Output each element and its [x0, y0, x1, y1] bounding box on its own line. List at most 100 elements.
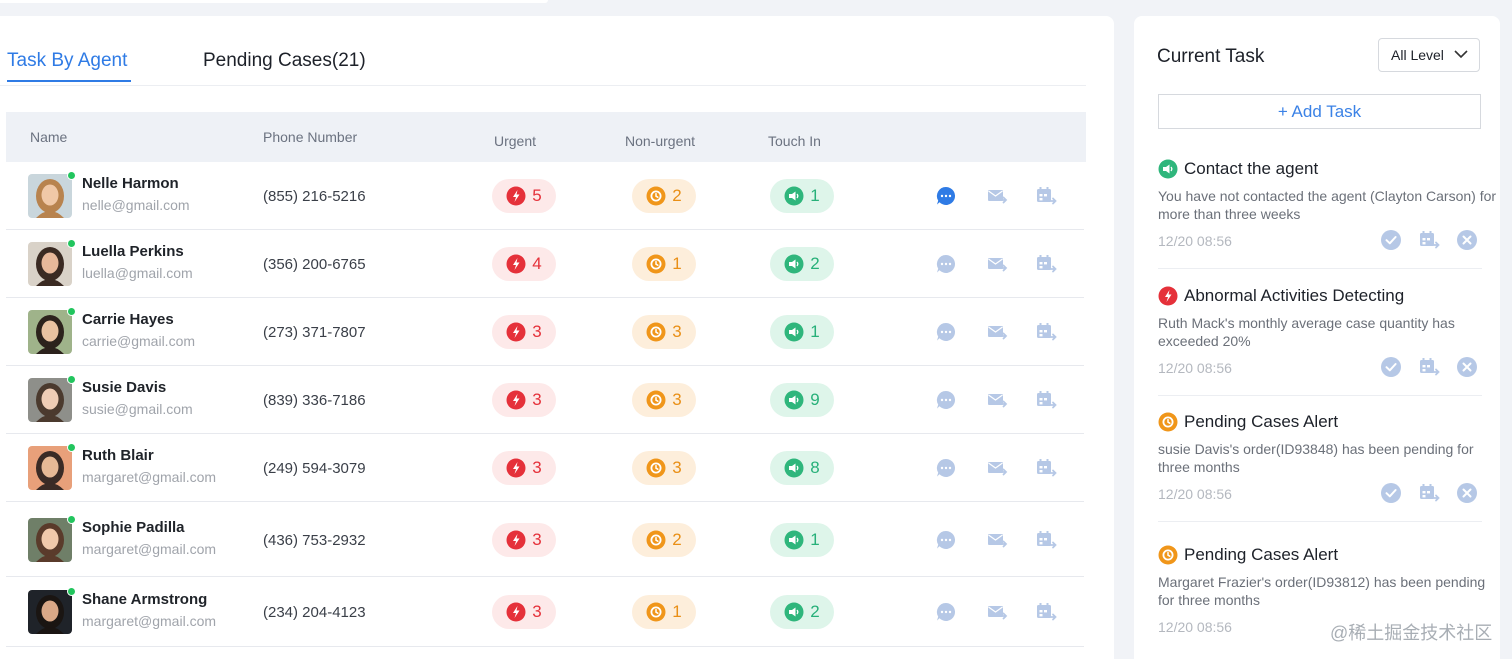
lightning-icon — [506, 602, 526, 622]
nonurgent-count-badge[interactable]: 3 — [632, 315, 696, 349]
touch-in-count-badge[interactable]: 1 — [770, 315, 834, 349]
close-icon[interactable] — [1456, 356, 1478, 378]
nonurgent-count-badge[interactable]: 1 — [632, 247, 696, 281]
touch-in-count-badge[interactable]: 2 — [770, 595, 834, 629]
urgent-count-badge[interactable]: 3 — [492, 315, 556, 349]
agent-email: nelle@gmail.com — [82, 197, 190, 213]
touch-in-count-badge[interactable]: 1 — [770, 522, 834, 557]
agent-phone: (273) 371-7807 — [263, 324, 366, 341]
task-actions — [1380, 229, 1478, 251]
nonurgent-count: 2 — [672, 529, 682, 549]
chat-bubble-icon[interactable] — [935, 457, 957, 479]
chat-bubble-icon[interactable] — [935, 321, 957, 343]
touch-in-count: 2 — [810, 602, 820, 621]
tab-pending-cases[interactable]: Pending Cases(21) — [203, 50, 366, 72]
task-card[interactable]: Pending Cases Alert susie Davis's order(I… — [1158, 412, 1482, 522]
urgent-count-badge[interactable]: 3 — [492, 451, 556, 485]
level-dropdown[interactable]: All Level — [1378, 38, 1480, 72]
calendar-arrow-icon[interactable] — [1418, 356, 1440, 378]
clock-icon — [646, 602, 666, 622]
agent-email: margaret@gmail.com — [82, 613, 217, 629]
calendar-arrow-icon[interactable] — [1035, 601, 1057, 623]
clock-icon — [1158, 545, 1178, 565]
agent-email: margaret@gmail.com — [82, 469, 217, 485]
add-task-button[interactable]: + Add Task — [1158, 94, 1481, 129]
agent-email: margaret@gmail.com — [82, 540, 217, 557]
task-title: Pending Cases Alert — [1184, 545, 1339, 564]
touch-in-count-badge[interactable]: 1 — [770, 179, 834, 213]
calendar-arrow-icon[interactable] — [1418, 482, 1440, 504]
close-icon[interactable] — [1456, 482, 1478, 504]
calendar-arrow-icon[interactable] — [1418, 229, 1440, 251]
chat-bubble-icon[interactable] — [935, 601, 957, 623]
table-row[interactable]: Luella Perkins luella@gmail.com (356) 200-… — [6, 230, 1084, 298]
urgent-count-badge[interactable]: 4 — [492, 247, 556, 281]
table-row[interactable]: Sophie Padilla margaret@gmail.com (436) 75… — [6, 502, 1084, 577]
nonurgent-count: 3 — [672, 390, 682, 409]
urgent-count-badge[interactable]: 5 — [492, 179, 556, 213]
task-card[interactable]: Contact the agent You have not contacted … — [1158, 159, 1496, 269]
touch-in-count-badge[interactable]: 2 — [770, 247, 834, 281]
check-icon[interactable] — [1380, 356, 1402, 378]
avatar — [28, 587, 76, 634]
agent-name: Ruth Blair — [82, 447, 154, 464]
calendar-arrow-icon[interactable] — [1035, 253, 1057, 275]
urgent-count-badge[interactable]: 3 — [492, 522, 556, 557]
agent-name: Sophie Padilla — [82, 518, 185, 536]
calendar-arrow-icon[interactable] — [1035, 529, 1057, 551]
lightning-icon — [506, 322, 526, 342]
table-row[interactable]: Nelle Harmon nelle@gmail.com (855) 216-521… — [6, 162, 1084, 230]
close-icon[interactable] — [1456, 229, 1478, 251]
mail-forward-icon[interactable] — [986, 321, 1008, 343]
nonurgent-count-badge[interactable]: 2 — [632, 522, 696, 557]
task-description: susie Davis's order(ID93848) has been pe… — [1158, 441, 1474, 475]
agent-name: Shane Armstrong — [82, 591, 208, 608]
table-row[interactable]: Susie Davis susie@gmail.com (839) 336-7186… — [6, 366, 1084, 434]
task-title: Pending Cases Alert — [1184, 412, 1339, 431]
touch-in-count: 1 — [810, 322, 820, 341]
current-task-panel: Current Task All Level + Add Task Contac… — [1134, 16, 1500, 659]
mail-forward-icon[interactable] — [986, 529, 1008, 551]
table-row[interactable]: Shane Armstrong margaret@gmail.com (234) 2… — [6, 577, 1084, 647]
calendar-arrow-icon[interactable] — [1035, 457, 1057, 479]
check-icon[interactable] — [1380, 229, 1402, 251]
agent-phone: (356) 200-6765 — [263, 256, 366, 273]
task-card[interactable]: Abnormal Activities Detecting Ruth Mack's… — [1158, 286, 1482, 396]
touch-in-count-badge[interactable]: 9 — [770, 383, 834, 417]
lightning-icon — [506, 458, 526, 478]
touch-in-count-badge[interactable]: 8 — [770, 451, 834, 485]
urgent-count-badge[interactable]: 3 — [492, 383, 556, 417]
header-touch-in: Touch In — [768, 133, 821, 149]
nonurgent-count-badge[interactable]: 3 — [632, 451, 696, 485]
agent-phone: (234) 204-4123 — [263, 604, 366, 621]
mail-forward-icon[interactable] — [986, 457, 1008, 479]
nonurgent-count-badge[interactable]: 3 — [632, 383, 696, 417]
header-nonurgent: Non-urgent — [625, 133, 696, 149]
nonurgent-count-badge[interactable]: 2 — [632, 179, 696, 213]
lightning-icon — [506, 390, 526, 410]
clock-icon — [1158, 412, 1178, 432]
mail-forward-icon[interactable] — [986, 601, 1008, 623]
urgent-count: 3 — [532, 322, 542, 341]
check-icon[interactable] — [1380, 482, 1402, 504]
mail-forward-icon[interactable] — [986, 253, 1008, 275]
header-urgent: Urgent — [494, 133, 537, 149]
calendar-arrow-icon[interactable] — [1035, 185, 1057, 207]
chat-bubble-icon[interactable] — [935, 185, 957, 207]
agent-email: susie@gmail.com — [82, 401, 193, 417]
divider — [1158, 268, 1482, 269]
nonurgent-count-badge[interactable]: 1 — [632, 595, 696, 629]
mail-forward-icon[interactable] — [986, 389, 1008, 411]
chat-bubble-icon[interactable] — [935, 253, 957, 275]
chat-bubble-icon[interactable] — [935, 389, 957, 411]
mail-forward-icon[interactable] — [986, 185, 1008, 207]
urgent-count-badge[interactable]: 3 — [492, 595, 556, 629]
chat-bubble-icon[interactable] — [935, 529, 957, 551]
table-row[interactable]: Ruth Blair margaret@gmail.com (249) 594-30… — [6, 434, 1084, 502]
calendar-arrow-icon[interactable] — [1035, 389, 1057, 411]
calendar-arrow-icon[interactable] — [1035, 321, 1057, 343]
tab-task-by-agent[interactable]: Task By Agent — [7, 50, 132, 82]
table-row[interactable]: Carrie Hayes carrie@gmail.com (273) 371-78… — [6, 298, 1084, 366]
header-phone: Phone Number — [263, 129, 358, 145]
agent-email: luella@gmail.com — [82, 265, 193, 281]
